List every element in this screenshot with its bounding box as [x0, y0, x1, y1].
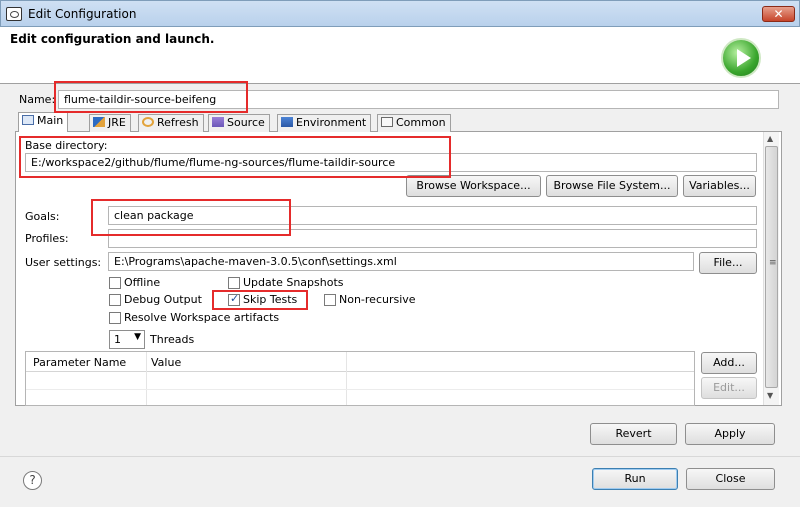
- add-parameter-button[interactable]: Add...: [701, 352, 757, 374]
- help-icon[interactable]: ?: [23, 471, 42, 490]
- tab-jre[interactable]: JRE: [89, 114, 131, 132]
- file-button[interactable]: File...: [699, 252, 757, 274]
- user-settings-label: User settings:: [25, 256, 102, 269]
- name-label: Name:: [19, 93, 56, 106]
- tab-main-label: Main: [37, 114, 64, 127]
- close-button[interactable]: Close: [686, 468, 775, 490]
- browse-workspace-button[interactable]: Browse Workspace...: [406, 175, 541, 197]
- title-bar: Edit Configuration ✕: [0, 0, 800, 27]
- header-title: Edit configuration and launch.: [10, 32, 215, 46]
- tab-environment-label: Environment: [296, 116, 367, 129]
- non-recursive-label: Non-recursive: [339, 293, 416, 306]
- column-divider: [346, 352, 347, 405]
- vertical-scrollbar[interactable]: ▲ ≡ ▼: [763, 132, 779, 405]
- environment-icon: [281, 117, 293, 127]
- jre-icon: [93, 117, 105, 127]
- resolve-workspace-checkbox[interactable]: [109, 312, 121, 324]
- non-recursive-checkbox[interactable]: [324, 294, 336, 306]
- highlight-box-skip-tests: [212, 290, 308, 310]
- debug-output-label: Debug Output: [124, 293, 202, 306]
- user-settings-field[interactable]: E:\Programs\apache-maven-3.0.5\conf\sett…: [108, 252, 694, 271]
- column-divider: [146, 352, 147, 405]
- tab-refresh-label: Refresh: [157, 116, 199, 129]
- apply-button[interactable]: Apply: [685, 423, 775, 445]
- revert-button[interactable]: Revert: [590, 423, 677, 445]
- column-header-value[interactable]: Value: [151, 356, 181, 369]
- offline-label: Offline: [124, 276, 161, 289]
- source-icon: [212, 117, 224, 127]
- profiles-label: Profiles:: [25, 232, 69, 245]
- run-button[interactable]: Run: [592, 468, 678, 490]
- dialog-header: Edit configuration and launch.: [0, 27, 800, 84]
- row-divider: [26, 389, 694, 390]
- highlight-box-goals: [91, 199, 291, 236]
- window-title: Edit Configuration: [28, 7, 137, 21]
- threads-select[interactable]: 1 ▼: [109, 330, 145, 349]
- offline-checkbox[interactable]: [109, 277, 121, 289]
- variables-button[interactable]: Variables...: [683, 175, 756, 197]
- tab-jre-label: JRE: [108, 116, 126, 129]
- footer-divider: [0, 456, 800, 457]
- edit-parameter-button[interactable]: Edit...: [701, 377, 757, 399]
- scroll-down-icon[interactable]: ▼: [767, 391, 773, 400]
- tab-common-label: Common: [396, 116, 446, 129]
- resolve-workspace-label: Resolve Workspace artifacts: [124, 311, 280, 324]
- browse-file-system-button[interactable]: Browse File System...: [546, 175, 678, 197]
- tab-refresh[interactable]: Refresh: [138, 114, 204, 132]
- scroll-up-icon[interactable]: ▲: [767, 134, 773, 143]
- tab-source-label: Source: [227, 116, 265, 129]
- chevron-down-icon: ▼: [134, 332, 141, 342]
- tab-source[interactable]: Source: [208, 114, 270, 132]
- goals-label: Goals:: [25, 210, 60, 223]
- tab-common[interactable]: Common: [377, 114, 451, 132]
- tab-environment[interactable]: Environment: [277, 114, 372, 132]
- parameters-table[interactable]: Parameter Name Value: [25, 351, 695, 406]
- main-tab-icon: [22, 115, 34, 125]
- table-header: Parameter Name Value: [26, 352, 694, 372]
- column-header-parameter-name[interactable]: Parameter Name: [33, 356, 126, 369]
- grip-icon: ≡: [769, 258, 777, 268]
- update-snapshots-label: Update Snapshots: [243, 276, 344, 289]
- threads-value: 1: [114, 333, 121, 346]
- common-icon: [381, 117, 393, 127]
- run-icon: [721, 38, 761, 78]
- close-window-button[interactable]: ✕: [762, 6, 795, 22]
- update-snapshots-checkbox[interactable]: [228, 277, 240, 289]
- tab-main[interactable]: Main: [18, 112, 69, 132]
- scrollbar-thumb[interactable]: ≡: [765, 146, 778, 388]
- highlight-box-base-directory: [19, 136, 451, 178]
- threads-label: Threads: [150, 333, 195, 346]
- refresh-icon: [142, 117, 154, 127]
- app-icon: [6, 7, 22, 21]
- highlight-box-name: [54, 81, 248, 113]
- debug-output-checkbox[interactable]: [109, 294, 121, 306]
